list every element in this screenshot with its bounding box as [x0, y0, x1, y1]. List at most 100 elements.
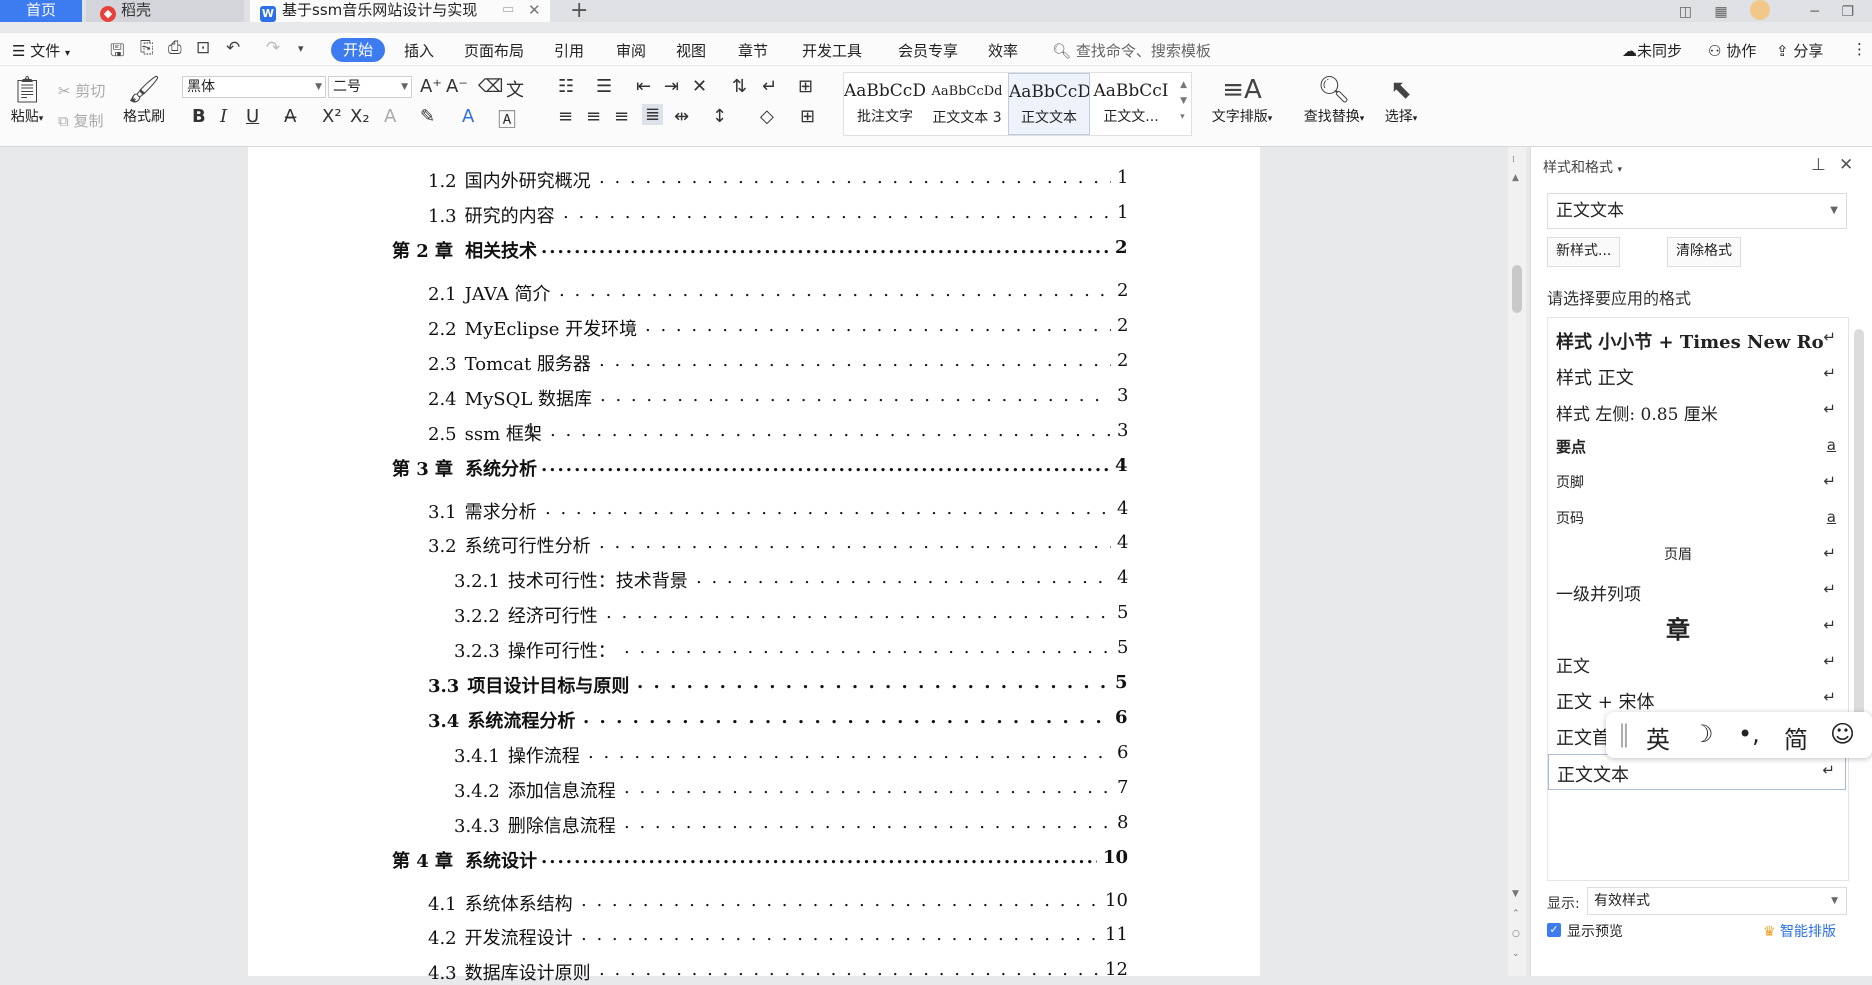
- ime-halfwidth-icon[interactable]: ☽: [1692, 720, 1714, 748]
- current-style-select[interactable]: 正文文本 ▼: [1547, 193, 1847, 229]
- panel-title[interactable]: 样式和格式 ▾: [1543, 157, 1622, 177]
- tab-insert[interactable]: 插入: [404, 40, 434, 61]
- chinese-layout-icon[interactable]: ✕: [692, 76, 707, 97]
- style-item[interactable]: 要点 a: [1548, 430, 1846, 466]
- text-layout-button[interactable]: ≡A 文字排版▾: [1204, 74, 1280, 126]
- scroll-split-icon[interactable]: ⁞: [1512, 155, 1515, 165]
- ime-simplified-toggle[interactable]: 简: [1784, 720, 1808, 755]
- superscript-icon[interactable]: X²: [322, 106, 342, 127]
- toc-entry[interactable]: 3.2 系统可行性分析 . . . . . . . . . . . . . . . …: [428, 532, 1128, 558]
- document-scrollbar[interactable]: ⁞ ▲ ▼ ⌃ ○ ⌄: [1508, 147, 1526, 976]
- strikethrough-icon[interactable]: A̶: [284, 106, 296, 127]
- align-center-icon[interactable]: ≡: [586, 106, 601, 127]
- align-right-icon[interactable]: ≡: [614, 106, 629, 127]
- tab-section[interactable]: 章节: [738, 40, 768, 61]
- decrease-indent-icon[interactable]: ⇤: [636, 76, 651, 97]
- bullet-list-icon[interactable]: ☷: [558, 76, 574, 97]
- print-preview-icon[interactable]: ⊡: [196, 38, 210, 58]
- style-item[interactable]: 样式 正文 ↵: [1548, 358, 1846, 394]
- minimize-icon[interactable]: ─: [1811, 2, 1819, 22]
- scroll-up-icon[interactable]: ▲: [1512, 173, 1519, 183]
- close-icon[interactable]: ✕: [1839, 155, 1853, 175]
- italic-icon[interactable]: I: [220, 106, 227, 127]
- gallery-style-more[interactable]: AaBbCcI 正文文...: [1090, 73, 1172, 135]
- text-effect-icon[interactable]: A: [384, 106, 396, 127]
- document-page[interactable]: 1.2 国内外研究概况 . . . . . . . . . . . . . . . …: [248, 147, 1260, 984]
- paste-button[interactable]: 📋︎ 粘贴▾: [6, 74, 48, 126]
- copy-button[interactable]: ⧉ 复制: [58, 110, 104, 131]
- ime-emoji-icon[interactable]: ☺: [1830, 720, 1855, 748]
- gallery-style-comment[interactable]: AaBbCcDc 批注文字: [844, 73, 926, 135]
- scroll-thumb[interactable]: [1854, 329, 1864, 729]
- style-item[interactable]: 一级并列项 ↵: [1548, 574, 1846, 610]
- toc-entry[interactable]: 1.2 国内外研究概况 . . . . . . . . . . . . . . . …: [428, 167, 1128, 193]
- tab-efficiency[interactable]: 效率: [988, 40, 1018, 61]
- shading-icon[interactable]: ◇: [760, 106, 774, 127]
- monitor-icon[interactable]: ▭: [502, 0, 514, 20]
- bold-icon[interactable]: B: [192, 106, 206, 127]
- underline-icon[interactable]: U: [246, 106, 259, 127]
- align-left-icon[interactable]: ≡: [558, 106, 573, 127]
- tab-references[interactable]: 引用: [554, 40, 584, 61]
- select-browse-icon[interactable]: ○: [1512, 929, 1520, 939]
- toc-chapter-entry[interactable]: 第 4 章系统设计...............................…: [392, 847, 1128, 873]
- export-pdf-icon[interactable]: ⎘: [140, 38, 154, 58]
- style-item[interactable]: 正文 ↵: [1548, 646, 1846, 682]
- show-preview-checkbox[interactable]: ✓: [1547, 923, 1561, 937]
- tab-stops-icon[interactable]: ⊞: [798, 76, 813, 97]
- toc-entry[interactable]: 3.4.3 删除信息流程 . . . . . . . . . . . . . . .…: [454, 812, 1128, 838]
- tab-developer[interactable]: 开发工具: [802, 40, 862, 61]
- font-name-select[interactable]: 黑体 ▼: [182, 76, 326, 98]
- tab-home[interactable]: 首页: [0, 0, 82, 22]
- panel-scrollbar[interactable]: [1854, 179, 1864, 879]
- show-marks-icon[interactable]: ↵: [762, 76, 777, 97]
- shrink-font-icon[interactable]: A⁻: [446, 76, 468, 97]
- toc-entry[interactable]: 3.2.3 操作可行性： . . . . . . . . . . . . . . .…: [454, 637, 1128, 663]
- distributed-icon[interactable]: ⇹: [674, 106, 689, 127]
- numbered-list-icon[interactable]: ☰: [596, 76, 612, 97]
- close-tab-icon[interactable]: ✕: [528, 0, 541, 20]
- phonetic-guide-icon[interactable]: 文: [506, 76, 524, 102]
- ime-punctuation-icon[interactable]: •,: [1738, 720, 1760, 748]
- toc-entry[interactable]: 4.3 数据库设计原则 . . . . . . . . . . . . . . . …: [428, 959, 1128, 985]
- tab-daoke[interactable]: ◆ 稻壳: [86, 0, 244, 22]
- print-icon[interactable]: ⎙: [168, 38, 182, 58]
- gallery-style-body3[interactable]: AaBbCcDd 正文文本 3: [926, 73, 1008, 135]
- sync-button[interactable]: ☁未同步: [1622, 40, 1682, 61]
- collaborate-button[interactable]: ⚇ 协作: [1708, 40, 1756, 61]
- pin-icon[interactable]: ⊥: [1811, 155, 1826, 175]
- subscript-icon[interactable]: X₂: [350, 106, 370, 127]
- toc-entry[interactable]: 2.1 JAVA 简介 . . . . . . . . . . . . . . . …: [428, 280, 1128, 306]
- char-border-icon[interactable]: 🄰: [498, 106, 516, 132]
- tab-page-layout[interactable]: 页面布局: [464, 40, 524, 61]
- find-replace-button[interactable]: 🔍︎ 查找替换▾: [1296, 74, 1372, 126]
- toc-entry[interactable]: 3.1 需求分析 . . . . . . . . . . . . . . . . .…: [428, 498, 1128, 524]
- command-search[interactable]: 🔍︎ 查找命令、搜索模板: [1052, 40, 1211, 61]
- gallery-style-body[interactable]: AaBbCcDc 正文文本: [1008, 73, 1090, 135]
- tab-review[interactable]: 审阅: [616, 40, 646, 61]
- tab-view[interactable]: 视图: [676, 40, 706, 61]
- cut-button[interactable]: ✂ 剪切: [58, 80, 105, 101]
- ime-english-toggle[interactable]: 英: [1646, 720, 1670, 755]
- redo-icon[interactable]: ↷: [266, 38, 280, 58]
- avatar[interactable]: [1750, 0, 1788, 22]
- borders-icon[interactable]: ⊞: [800, 106, 815, 127]
- tab-start[interactable]: 开始: [331, 38, 385, 62]
- line-spacing-icon[interactable]: ↕: [712, 106, 727, 127]
- highlight-icon[interactable]: ✎: [420, 106, 435, 127]
- save-icon[interactable]: 🖫: [110, 38, 124, 67]
- tab-document[interactable]: W 基于ssm音乐网站设计与实现 ▭ ✕: [250, 0, 550, 22]
- toc-chapter-entry[interactable]: 第 2 章相关技术...............................…: [392, 237, 1128, 263]
- toc-entry[interactable]: 3.2.1 技术可行性：技术背景 . . . . . . . . . . . . .…: [454, 567, 1128, 593]
- undo-icon[interactable]: ↶: [226, 38, 240, 58]
- quick-access-more-icon[interactable]: ▾: [298, 42, 304, 55]
- clear-format-icon[interactable]: ⌫: [478, 76, 503, 97]
- toc-entry[interactable]: 3.2.2 经济可行性 . . . . . . . . . . . . . . . …: [454, 602, 1128, 628]
- scroll-down-icon[interactable]: ▼: [1512, 889, 1519, 899]
- grid-icon[interactable]: ▦: [1714, 2, 1727, 22]
- toc-entry[interactable]: 3.4 系统流程分析 . . . . . . . . . . . . . . . .…: [428, 707, 1128, 733]
- tab-member[interactable]: 会员专享: [898, 40, 958, 61]
- toc-entry[interactable]: 3.4.2 添加信息流程 . . . . . . . . . . . . . . .…: [454, 777, 1128, 803]
- increase-indent-icon[interactable]: ⇥: [664, 76, 679, 97]
- toc-entry[interactable]: 3.4.1 操作流程 . . . . . . . . . . . . . . . .…: [454, 742, 1128, 768]
